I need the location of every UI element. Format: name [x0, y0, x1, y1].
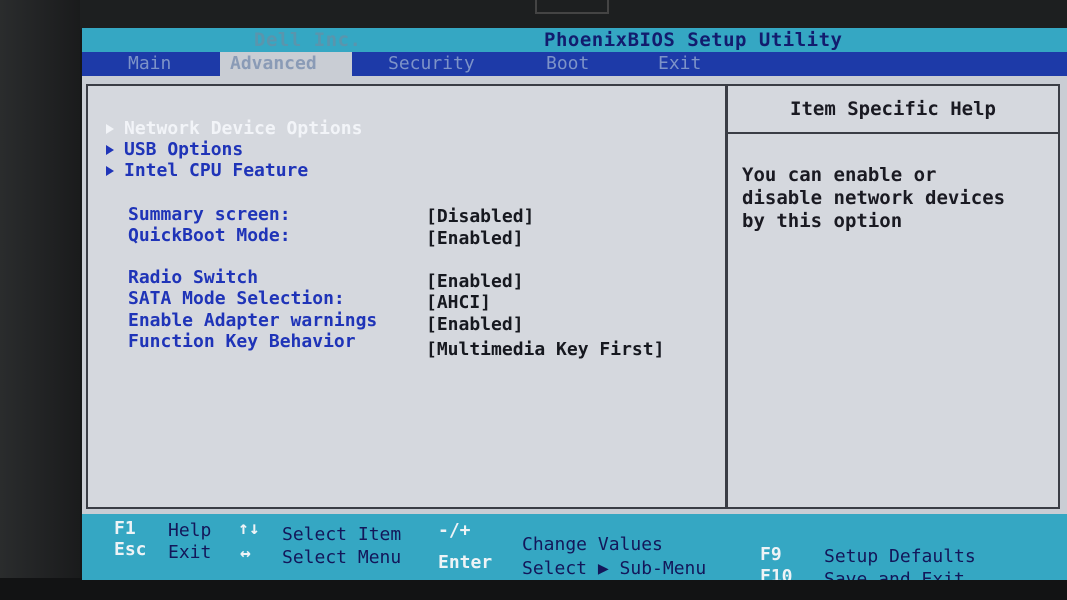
key-f9: F9	[760, 544, 782, 565]
help-title: Item Specific Help	[728, 86, 1058, 134]
option-value-function-key-behavior[interactable]: [Multimedia Key First]	[426, 339, 664, 360]
submenu-intel-cpu-feature[interactable]: Intel CPU Feature	[106, 160, 308, 181]
monitor-bezel-top	[0, 0, 1067, 30]
option-value-quickboot-mode[interactable]: [Enabled]	[426, 228, 524, 249]
submenu-arrow-icon	[106, 124, 114, 134]
desc-setup-defaults: Setup Defaults	[824, 546, 976, 567]
key-left-right: ↔	[240, 543, 251, 564]
utility-title: PhoenixBIOS Setup Utility	[544, 29, 843, 51]
menu-advanced[interactable]: Advanced	[220, 52, 352, 76]
settings-panel: Network Device Options USB Options Intel…	[86, 84, 727, 509]
key-minus-plus: -/+	[438, 520, 471, 541]
desc-select-submenu: Select ▶ Sub-Menu	[522, 558, 707, 579]
bezel-latch	[535, 0, 609, 14]
key-legend-bar: F1 Help ↑↓ Select Item -/+ Change Values…	[82, 514, 1067, 580]
key-f10: F10	[760, 566, 793, 580]
submenu-arrow-icon	[106, 166, 114, 176]
menu-security[interactable]: Security	[378, 52, 485, 76]
vendor-name: Dell Inc.	[254, 29, 362, 51]
submenu-label: Network Device Options	[124, 118, 363, 139]
desc-exit: Exit	[168, 542, 212, 563]
submenu-usb-options[interactable]: USB Options	[106, 139, 243, 160]
desc-select-item: Select Item	[282, 524, 402, 545]
key-f1: F1	[114, 518, 136, 539]
key-esc: Esc	[114, 539, 147, 560]
help-text: You can enable or disable network device…	[742, 164, 1052, 233]
desc-help: Help	[168, 520, 212, 541]
option-label-summary-screen: Summary screen:	[128, 204, 291, 225]
submenu-label: Intel CPU Feature	[124, 160, 309, 181]
desc-save-and-exit: Save and Exit	[824, 569, 965, 580]
help-panel: Item Specific Help You can enable or dis…	[726, 84, 1060, 509]
bios-screen: Dell Inc. PhoenixBIOS Setup Utility Main…	[82, 28, 1067, 580]
option-label-function-key-behavior: Function Key Behavior	[128, 331, 356, 352]
help-line: You can enable or	[742, 164, 937, 186]
menu-exit[interactable]: Exit	[648, 52, 711, 76]
menu-boot[interactable]: Boot	[536, 52, 599, 76]
key-enter: Enter	[438, 552, 493, 573]
desc-change-values: Change Values	[522, 534, 663, 555]
submenu-label: USB Options	[124, 139, 244, 160]
menu-bar: Main Advanced Security Boot Exit	[82, 52, 1067, 76]
help-line: by this option	[742, 210, 903, 232]
submenu-network-device-options[interactable]: Network Device Options	[106, 118, 362, 139]
help-line: disable network devices	[742, 187, 1006, 209]
key-up-down: ↑↓	[238, 518, 260, 539]
monitor-bezel-left	[0, 0, 80, 600]
option-label-radio-switch: Radio Switch	[128, 267, 259, 288]
monitor-bezel-bottom	[0, 578, 1067, 600]
menu-main[interactable]: Main	[118, 52, 181, 76]
title-bar: Dell Inc. PhoenixBIOS Setup Utility	[82, 28, 1067, 52]
option-value-sata-mode[interactable]: [AHCI]	[426, 292, 491, 313]
option-label-adapter-warnings: Enable Adapter warnings	[128, 310, 378, 331]
option-label-quickboot-mode: QuickBoot Mode:	[128, 225, 291, 246]
submenu-arrow-icon	[106, 145, 114, 155]
option-value-summary-screen[interactable]: [Disabled]	[426, 206, 534, 227]
option-value-adapter-warnings[interactable]: [Enabled]	[426, 314, 524, 335]
option-value-radio-switch[interactable]: [Enabled]	[426, 271, 524, 292]
desc-select-menu: Select Menu	[282, 547, 402, 568]
option-label-sata-mode: SATA Mode Selection:	[128, 288, 345, 309]
